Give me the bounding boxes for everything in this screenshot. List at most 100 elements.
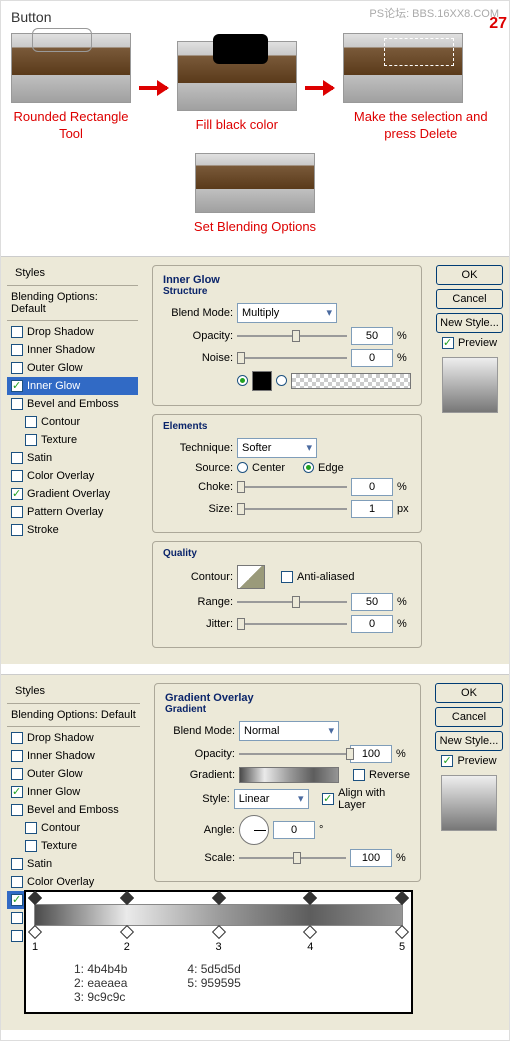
- jitter-slider[interactable]: [237, 616, 347, 632]
- style-item-satin[interactable]: Satin: [7, 449, 138, 467]
- style-item-inner-shadow[interactable]: Inner Shadow: [7, 341, 138, 359]
- style-item-drop-shadow[interactable]: Drop Shadow: [7, 729, 140, 747]
- style-item-contour[interactable]: Contour: [7, 819, 140, 837]
- style-checkbox[interactable]: [11, 732, 23, 744]
- style-item-color-overlay[interactable]: Color Overlay: [7, 467, 138, 485]
- reverse-checkbox[interactable]: [353, 769, 365, 781]
- style-checkbox[interactable]: [11, 876, 23, 888]
- style-checkbox[interactable]: [11, 398, 23, 410]
- style-checkbox[interactable]: [11, 452, 23, 464]
- new-style-button[interactable]: New Style...: [435, 731, 503, 751]
- range-slider[interactable]: [237, 594, 347, 610]
- size-slider[interactable]: [237, 501, 347, 517]
- color-radio[interactable]: [237, 375, 248, 386]
- style-checkbox[interactable]: [11, 344, 23, 356]
- gradient-bar[interactable]: 12345: [34, 904, 403, 926]
- style-checkbox[interactable]: [11, 930, 23, 942]
- antialiased-checkbox[interactable]: [281, 571, 293, 583]
- glow-color-swatch[interactable]: [252, 371, 272, 391]
- preview-checkbox[interactable]: [442, 337, 454, 349]
- style-checkbox[interactable]: [11, 804, 23, 816]
- style-checkbox[interactable]: [11, 912, 23, 924]
- jitter-value[interactable]: 0: [351, 615, 393, 633]
- source-edge-radio[interactable]: [303, 462, 314, 473]
- range-value[interactable]: 50: [351, 593, 393, 611]
- style-item-texture[interactable]: Texture: [7, 837, 140, 855]
- style-item-texture[interactable]: Texture: [7, 431, 138, 449]
- size-value[interactable]: 1: [351, 500, 393, 518]
- angle-dial[interactable]: [239, 815, 269, 845]
- opacity-slider[interactable]: [239, 746, 346, 762]
- style-checkbox[interactable]: [11, 326, 23, 338]
- style-item-satin[interactable]: Satin: [7, 855, 140, 873]
- style-checkbox[interactable]: [11, 380, 23, 392]
- opacity-stop[interactable]: [211, 891, 225, 905]
- opacity-stop[interactable]: [303, 891, 317, 905]
- angle-value[interactable]: 0: [273, 821, 315, 839]
- blend-mode-select[interactable]: Normal: [239, 721, 339, 741]
- style-checkbox[interactable]: [25, 416, 37, 428]
- color-stop[interactable]: [28, 925, 42, 939]
- color-stop[interactable]: [211, 925, 225, 939]
- blending-options-default[interactable]: Blending Options: Default: [7, 288, 138, 318]
- blending-options-default[interactable]: Blending Options: Default: [7, 706, 140, 724]
- opacity-stop[interactable]: [120, 891, 134, 905]
- style-checkbox[interactable]: [25, 822, 37, 834]
- cancel-button[interactable]: Cancel: [435, 707, 503, 727]
- style-item-color-overlay[interactable]: Color Overlay: [7, 873, 140, 891]
- gradient-radio[interactable]: [276, 375, 287, 386]
- color-stop[interactable]: [303, 925, 317, 939]
- style-item-contour[interactable]: Contour: [7, 413, 138, 431]
- style-item-inner-glow[interactable]: Inner Glow: [7, 783, 140, 801]
- style-item-pattern-overlay[interactable]: Pattern Overlay: [7, 503, 138, 521]
- style-item-outer-glow[interactable]: Outer Glow: [7, 359, 138, 377]
- align-checkbox[interactable]: [322, 793, 334, 805]
- style-checkbox[interactable]: [11, 506, 23, 518]
- jitter-label: Jitter:: [163, 618, 233, 630]
- blend-mode-select[interactable]: Multiply: [237, 303, 337, 323]
- style-checkbox[interactable]: [25, 434, 37, 446]
- style-checkbox[interactable]: [11, 786, 23, 798]
- glow-gradient-strip[interactable]: [291, 373, 411, 389]
- ok-button[interactable]: OK: [436, 265, 503, 285]
- noise-slider[interactable]: [237, 350, 347, 366]
- scale-value[interactable]: 100: [350, 849, 392, 867]
- cancel-button[interactable]: Cancel: [436, 289, 503, 309]
- style-item-stroke[interactable]: Stroke: [7, 521, 138, 539]
- style-checkbox[interactable]: [11, 470, 23, 482]
- style-checkbox[interactable]: [11, 488, 23, 500]
- contour-picker[interactable]: [237, 565, 265, 589]
- style-item-inner-glow[interactable]: Inner Glow: [7, 377, 138, 395]
- style-item-outer-glow[interactable]: Outer Glow: [7, 765, 140, 783]
- preview-checkbox[interactable]: [441, 755, 453, 767]
- style-checkbox[interactable]: [11, 750, 23, 762]
- style-item-gradient-overlay[interactable]: Gradient Overlay: [7, 485, 138, 503]
- choke-value[interactable]: 0: [351, 478, 393, 496]
- new-style-button[interactable]: New Style...: [436, 313, 503, 333]
- style-checkbox[interactable]: [25, 840, 37, 852]
- style-checkbox[interactable]: [11, 768, 23, 780]
- style-item-bevel-and-emboss[interactable]: Bevel and Emboss: [7, 395, 138, 413]
- style-item-bevel-and-emboss[interactable]: Bevel and Emboss: [7, 801, 140, 819]
- opacity-value[interactable]: 100: [350, 745, 392, 763]
- choke-slider[interactable]: [237, 479, 347, 495]
- style-checkbox[interactable]: [11, 894, 23, 906]
- source-center-radio[interactable]: [237, 462, 248, 473]
- opacity-slider[interactable]: [237, 328, 347, 344]
- technique-select[interactable]: Softer: [237, 438, 317, 458]
- style-item-inner-shadow[interactable]: Inner Shadow: [7, 747, 140, 765]
- style-select[interactable]: Linear: [234, 789, 309, 809]
- noise-value[interactable]: 0: [351, 349, 393, 367]
- opacity-stop[interactable]: [28, 891, 42, 905]
- scale-slider[interactable]: [239, 850, 346, 866]
- style-checkbox[interactable]: [11, 524, 23, 536]
- style-item-drop-shadow[interactable]: Drop Shadow: [7, 323, 138, 341]
- color-stop[interactable]: [120, 925, 134, 939]
- color-stop[interactable]: [395, 925, 409, 939]
- ok-button[interactable]: OK: [435, 683, 503, 703]
- opacity-stop[interactable]: [395, 891, 409, 905]
- style-checkbox[interactable]: [11, 362, 23, 374]
- style-checkbox[interactable]: [11, 858, 23, 870]
- gradient-picker[interactable]: [239, 767, 339, 783]
- opacity-value[interactable]: 50: [351, 327, 393, 345]
